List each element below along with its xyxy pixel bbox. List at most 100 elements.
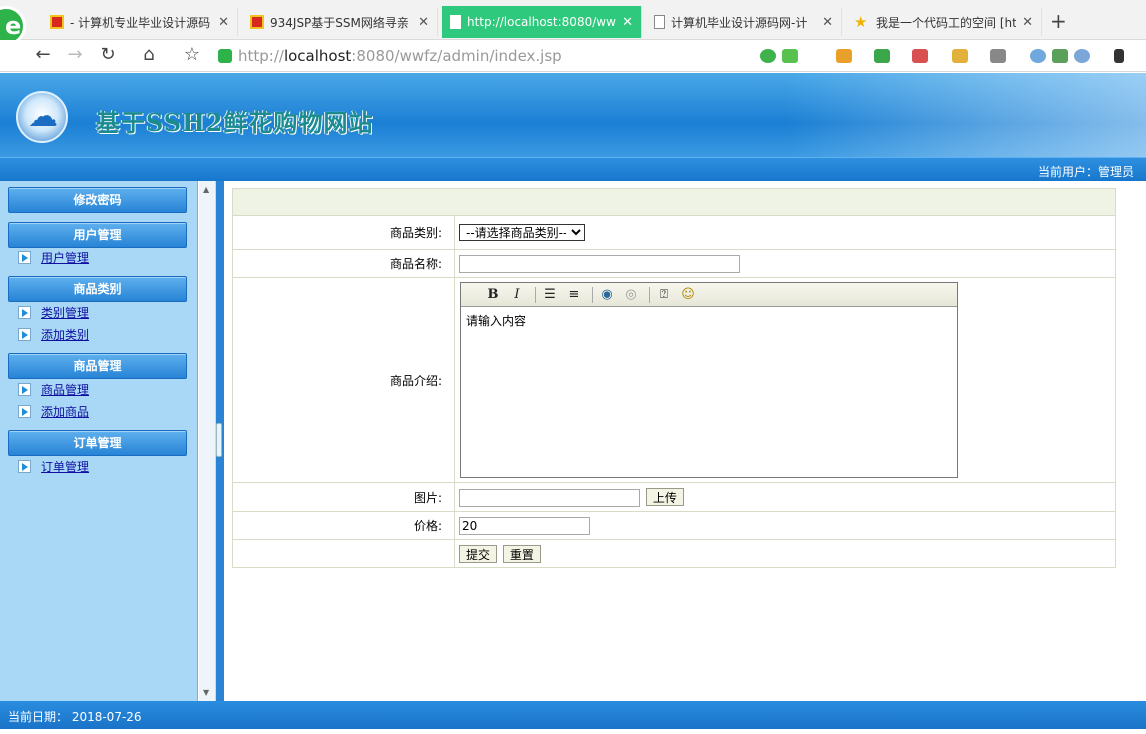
unlink-icon[interactable]: ◎ bbox=[621, 286, 641, 304]
home-icon[interactable]: ⌂ bbox=[138, 44, 160, 66]
sidebar-item-label[interactable]: 用户管理 bbox=[41, 249, 89, 266]
bold-icon[interactable]: B bbox=[483, 286, 503, 304]
site-title: 基于SSH2鲜花购物网站 bbox=[96, 108, 374, 137]
back-arrow-icon[interactable]: ← bbox=[32, 44, 54, 66]
unordered-list-icon[interactable]: ≡ bbox=[564, 286, 584, 304]
scroll-down-icon[interactable]: ▼ bbox=[203, 688, 209, 697]
form-row-price: 价格: bbox=[232, 511, 1116, 540]
sidebar-item-label[interactable]: 添加商品 bbox=[41, 403, 89, 420]
italic-icon[interactable]: I bbox=[507, 286, 527, 304]
browser-tab-4[interactable]: 计算机毕业设计源码网-计 ✕ bbox=[646, 8, 842, 36]
sidebar-item-order-manage[interactable]: 订单管理 bbox=[18, 457, 89, 475]
favicon-icon bbox=[50, 15, 64, 29]
app-header: 基于SSH2鲜花购物网站 bbox=[0, 73, 1146, 157]
section-header-user[interactable]: 用户管理 bbox=[8, 222, 187, 248]
arrow-right-icon bbox=[18, 382, 31, 396]
tab-title: 计算机毕业设计源码网-计 bbox=[671, 15, 808, 30]
section-header-category[interactable]: 商品类别 bbox=[8, 276, 187, 302]
footer-bar: 当前日期： 2018-07-26 bbox=[0, 701, 1146, 729]
browser-tab-5[interactable]: ★ 我是一个代码工的空间 [ht ✕ bbox=[846, 8, 1042, 36]
close-tab-icon[interactable]: ✕ bbox=[418, 15, 429, 30]
sidebar-item-add-category[interactable]: 添加类别 bbox=[18, 325, 89, 343]
new-tab-button[interactable]: + bbox=[1050, 9, 1067, 33]
sidebar-item-add-goods[interactable]: 添加商品 bbox=[18, 402, 89, 420]
category-label: 商品类别: bbox=[232, 215, 455, 250]
sidebar-scrollbar[interactable]: ▲ ▼ bbox=[199, 181, 216, 701]
sidebar-item-label[interactable]: 类别管理 bbox=[41, 304, 89, 321]
link-icon[interactable]: ◉ bbox=[597, 286, 617, 304]
extension-icon[interactable] bbox=[836, 49, 852, 63]
sidebar-item-user-manage[interactable]: 用户管理 bbox=[18, 248, 89, 266]
reset-button[interactable]: 重置 bbox=[502, 544, 541, 563]
extension-icon[interactable] bbox=[782, 49, 798, 63]
extension-icon[interactable] bbox=[952, 49, 968, 63]
category-select[interactable]: --请选择商品类别-- bbox=[459, 224, 585, 241]
browser-tab-bar: - 计算机专业毕业设计源码 ✕ 934JSP基于SSM网络寻亲 ✕ http:/… bbox=[0, 0, 1146, 46]
current-date: 当前日期： 2018-07-26 bbox=[8, 710, 142, 724]
extension-icon[interactable] bbox=[912, 49, 928, 63]
favicon-icon bbox=[654, 15, 665, 29]
tab-title: http://localhost:8080/ww bbox=[467, 15, 616, 29]
close-tab-icon[interactable]: ✕ bbox=[1022, 15, 1033, 30]
extension-icon[interactable] bbox=[760, 49, 776, 63]
close-tab-icon[interactable]: ✕ bbox=[218, 15, 229, 30]
close-tab-icon[interactable]: ✕ bbox=[822, 15, 833, 30]
price-label: 价格: bbox=[232, 511, 455, 540]
help-icon[interactable]: ⍰ bbox=[654, 286, 674, 304]
arrow-right-icon bbox=[18, 305, 31, 319]
sidebar-item-label[interactable]: 订单管理 bbox=[41, 458, 89, 475]
ordered-list-icon[interactable]: ☰ bbox=[540, 286, 560, 304]
upload-button[interactable]: 上传 bbox=[645, 487, 684, 506]
address-bar[interactable]: http://localhost:8080/wwfz/admin/index.j… bbox=[218, 43, 748, 69]
section-header-goods[interactable]: 商品管理 bbox=[8, 353, 187, 379]
favicon-icon bbox=[450, 15, 461, 29]
scroll-up-icon[interactable]: ▲ bbox=[203, 185, 209, 194]
form-row-actions: 提交 重置 bbox=[232, 539, 1116, 568]
reader-icon[interactable] bbox=[1052, 49, 1068, 63]
change-password-button[interactable]: 修改密码 bbox=[8, 187, 187, 213]
form-header-row bbox=[232, 188, 1116, 216]
sidebar-item-label[interactable]: 添加类别 bbox=[41, 326, 89, 343]
tab-title: - 计算机专业毕业设计源码 bbox=[70, 15, 211, 30]
browser-tab-1[interactable]: - 计算机专业毕业设计源码 ✕ bbox=[42, 8, 238, 36]
user-bar: 当前用户：管理员 bbox=[0, 157, 1146, 181]
url-prefix: http:// bbox=[238, 47, 284, 65]
browser-nav-bar: ← → ↻ ⌂ ☆ http://localhost:8080/wwfz/adm… bbox=[0, 40, 1146, 72]
bookmark-star-icon[interactable]: ☆ bbox=[181, 44, 203, 66]
editor-toolbar: B I ☰ ≡ ◉ ◎ ⍰ ☺ bbox=[461, 283, 957, 307]
forward-arrow-icon[interactable]: → bbox=[64, 44, 86, 66]
collapse-handle[interactable] bbox=[216, 423, 222, 457]
name-label: 商品名称: bbox=[232, 249, 455, 278]
mobile-icon[interactable] bbox=[1114, 49, 1124, 63]
extension-icon[interactable] bbox=[874, 49, 890, 63]
form-row-image: 图片: 上传 bbox=[232, 482, 1116, 512]
form-row-category: 商品类别: --请选择商品类别-- bbox=[232, 215, 1116, 250]
price-input[interactable] bbox=[459, 516, 590, 535]
editor-content[interactable]: 请输入内容 bbox=[461, 307, 957, 477]
section-header-order[interactable]: 订单管理 bbox=[8, 430, 187, 456]
zoom-out-icon[interactable] bbox=[1074, 49, 1090, 63]
sidebar-item-category-manage[interactable]: 类别管理 bbox=[18, 303, 89, 321]
emoticon-icon[interactable]: ☺ bbox=[678, 286, 698, 304]
tab-title: 我是一个代码工的空间 [ht bbox=[876, 15, 1017, 30]
toolbar-separator bbox=[649, 286, 650, 303]
star-favicon-icon: ★ bbox=[854, 13, 868, 31]
extension-icon[interactable] bbox=[990, 49, 1006, 63]
submit-button[interactable]: 提交 bbox=[459, 544, 498, 563]
sidebar-item-goods-manage[interactable]: 商品管理 bbox=[18, 380, 89, 398]
main-content: 商品类别: --请选择商品类别-- 商品名称: 商品介绍: B I ☰ ≡ ◉ … bbox=[224, 181, 1146, 701]
sidebar-item-label[interactable]: 商品管理 bbox=[41, 381, 89, 398]
close-tab-icon[interactable]: ✕ bbox=[622, 15, 633, 30]
browser-tab-3-active[interactable]: http://localhost:8080/ww ✕ bbox=[442, 6, 642, 38]
reload-icon[interactable]: ↻ bbox=[97, 44, 119, 66]
intro-label: 商品介绍: bbox=[232, 277, 455, 483]
rich-text-editor: B I ☰ ≡ ◉ ◎ ⍰ ☺ 请输入内容 bbox=[460, 282, 958, 478]
tab-title: 934JSP基于SSM网络寻亲 bbox=[270, 15, 409, 30]
site-logo-icon bbox=[16, 91, 68, 143]
image-path-input[interactable] bbox=[459, 488, 640, 507]
goods-name-input[interactable] bbox=[459, 254, 740, 273]
zoom-icon[interactable] bbox=[1030, 49, 1046, 63]
browser-tab-2[interactable]: 934JSP基于SSM网络寻亲 ✕ bbox=[242, 8, 438, 36]
current-user-label: 当前用户：管理员 bbox=[1037, 165, 1134, 179]
secure-shield-icon bbox=[218, 49, 232, 63]
